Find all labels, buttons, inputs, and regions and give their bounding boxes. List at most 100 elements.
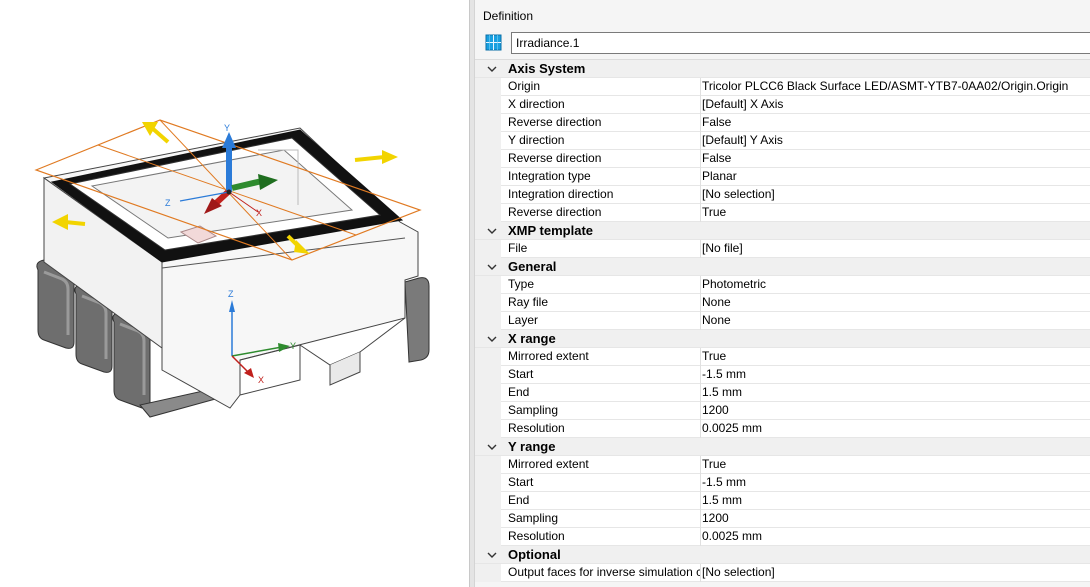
definition-panel: Definition Axis System OriginTricolor PLC… bbox=[475, 0, 1090, 587]
row-gutter bbox=[475, 474, 501, 492]
property-row[interactable]: Ray file None bbox=[475, 294, 1090, 312]
3d-viewport[interactable]: Y Z X Z Y X bbox=[0, 0, 469, 587]
property-row[interactable]: Sampling 1200 bbox=[475, 510, 1090, 528]
property-row[interactable]: File [No file] bbox=[475, 240, 1090, 258]
row-gutter bbox=[475, 420, 501, 438]
section-header[interactable]: Y range bbox=[475, 438, 1090, 456]
section-header[interactable]: Axis System bbox=[475, 60, 1090, 78]
column-separator bbox=[700, 96, 701, 114]
definition-name-input[interactable] bbox=[511, 32, 1090, 54]
property-value[interactable]: None bbox=[702, 312, 1090, 329]
property-value[interactable]: 1.5 mm bbox=[702, 384, 1090, 401]
property-row[interactable]: Start -1.5 mm bbox=[475, 474, 1090, 492]
property-value[interactable]: True bbox=[702, 348, 1090, 365]
property-value[interactable]: True bbox=[702, 456, 1090, 473]
column-separator bbox=[700, 474, 701, 492]
chevron-down-icon[interactable] bbox=[486, 439, 498, 455]
property-row[interactable]: Sampling 1200 bbox=[475, 402, 1090, 420]
property-label: Start bbox=[508, 474, 700, 491]
property-value[interactable]: [No selection] bbox=[702, 186, 1090, 203]
row-gutter bbox=[475, 528, 501, 546]
property-value[interactable]: 0.0025 mm bbox=[702, 420, 1090, 437]
column-separator bbox=[700, 366, 701, 384]
section-header[interactable]: General bbox=[475, 258, 1090, 276]
property-row[interactable]: Integration type Planar bbox=[475, 168, 1090, 186]
property-value[interactable]: -1.5 mm bbox=[702, 474, 1090, 491]
property-row[interactable]: Reverse direction False bbox=[475, 150, 1090, 168]
section-title: Axis System bbox=[508, 61, 586, 76]
column-separator bbox=[700, 492, 701, 510]
property-label: Y direction bbox=[508, 132, 700, 149]
property-row[interactable]: End 1.5 mm bbox=[475, 492, 1090, 510]
column-separator bbox=[700, 204, 701, 222]
property-value[interactable]: True bbox=[702, 204, 1090, 221]
column-separator bbox=[700, 456, 701, 474]
property-label: Reverse direction bbox=[508, 114, 700, 131]
property-row[interactable]: Reverse direction True bbox=[475, 204, 1090, 222]
section-header[interactable]: X range bbox=[475, 330, 1090, 348]
row-gutter bbox=[475, 276, 501, 294]
property-row[interactable]: Integration direction [No selection] bbox=[475, 186, 1090, 204]
property-label: Reverse direction bbox=[508, 150, 700, 167]
property-label: Reverse direction bbox=[508, 204, 700, 221]
property-value[interactable]: None bbox=[702, 294, 1090, 311]
top-axis-y-label: Y bbox=[224, 123, 230, 133]
column-separator bbox=[700, 168, 701, 186]
property-row[interactable]: Output faces for inverse simulation c [No… bbox=[475, 564, 1090, 582]
property-value[interactable]: [Default] Y Axis bbox=[702, 132, 1090, 149]
property-row[interactable]: Reverse direction False bbox=[475, 114, 1090, 132]
property-value[interactable]: Planar bbox=[702, 168, 1090, 185]
definition-name-row bbox=[485, 32, 1090, 54]
chevron-down-icon[interactable] bbox=[486, 331, 498, 347]
led-model-view[interactable]: Y Z X Z Y X bbox=[0, 0, 469, 587]
property-row[interactable]: Start -1.5 mm bbox=[475, 366, 1090, 384]
row-gutter bbox=[475, 312, 501, 330]
section-title: Y range bbox=[508, 439, 556, 454]
property-value[interactable]: 1.5 mm bbox=[702, 492, 1090, 509]
property-value[interactable]: False bbox=[702, 150, 1090, 167]
property-row[interactable]: End 1.5 mm bbox=[475, 384, 1090, 402]
property-value[interactable]: 0.0025 mm bbox=[702, 528, 1090, 545]
property-value[interactable]: [No selection] bbox=[702, 564, 1090, 581]
row-gutter bbox=[475, 294, 501, 312]
property-value[interactable]: Tricolor PLCC6 Black Surface LED/ASMT-YT… bbox=[702, 78, 1090, 95]
property-value[interactable]: 1200 bbox=[702, 402, 1090, 419]
property-value[interactable]: [No file] bbox=[702, 240, 1090, 257]
property-value[interactable]: -1.5 mm bbox=[702, 366, 1090, 383]
section-header[interactable]: XMP template bbox=[475, 222, 1090, 240]
sensor-grid-icon bbox=[485, 34, 502, 51]
column-separator bbox=[700, 294, 701, 312]
chevron-down-icon[interactable] bbox=[486, 223, 498, 239]
property-label: Ray file bbox=[508, 294, 700, 311]
section-header[interactable]: Optional bbox=[475, 546, 1090, 564]
property-label: Output faces for inverse simulation c bbox=[508, 564, 700, 581]
column-separator bbox=[700, 78, 701, 96]
chevron-down-icon[interactable] bbox=[486, 547, 498, 563]
property-row[interactable]: X direction [Default] X Axis bbox=[475, 96, 1090, 114]
property-row[interactable]: Resolution 0.0025 mm bbox=[475, 528, 1090, 546]
column-separator bbox=[700, 420, 701, 438]
property-value[interactable]: [Default] X Axis bbox=[702, 96, 1090, 113]
property-value[interactable]: Photometric bbox=[702, 276, 1090, 293]
property-row[interactable]: Origin Tricolor PLCC6 Black Surface LED/A… bbox=[475, 78, 1090, 96]
property-row[interactable]: Mirrored extent True bbox=[475, 456, 1090, 474]
row-gutter bbox=[475, 78, 501, 96]
column-separator bbox=[700, 312, 701, 330]
section-title: XMP template bbox=[508, 223, 594, 238]
property-value[interactable]: False bbox=[702, 114, 1090, 131]
property-row[interactable]: Type Photometric bbox=[475, 276, 1090, 294]
chevron-down-icon[interactable] bbox=[486, 61, 498, 77]
chevron-down-icon[interactable] bbox=[486, 259, 498, 275]
property-label: Integration type bbox=[508, 168, 700, 185]
property-row[interactable]: Y direction [Default] Y Axis bbox=[475, 132, 1090, 150]
property-label: Resolution bbox=[508, 420, 700, 437]
property-row[interactable]: Mirrored extent True bbox=[475, 348, 1090, 366]
row-gutter bbox=[475, 204, 501, 222]
property-row[interactable]: Layer None bbox=[475, 312, 1090, 330]
property-label: Origin bbox=[508, 78, 700, 95]
property-row[interactable]: Resolution 0.0025 mm bbox=[475, 420, 1090, 438]
property-value[interactable]: 1200 bbox=[702, 510, 1090, 527]
origin-axis-z-label: Z bbox=[228, 289, 234, 299]
row-gutter bbox=[475, 96, 501, 114]
section-title: General bbox=[508, 259, 557, 274]
